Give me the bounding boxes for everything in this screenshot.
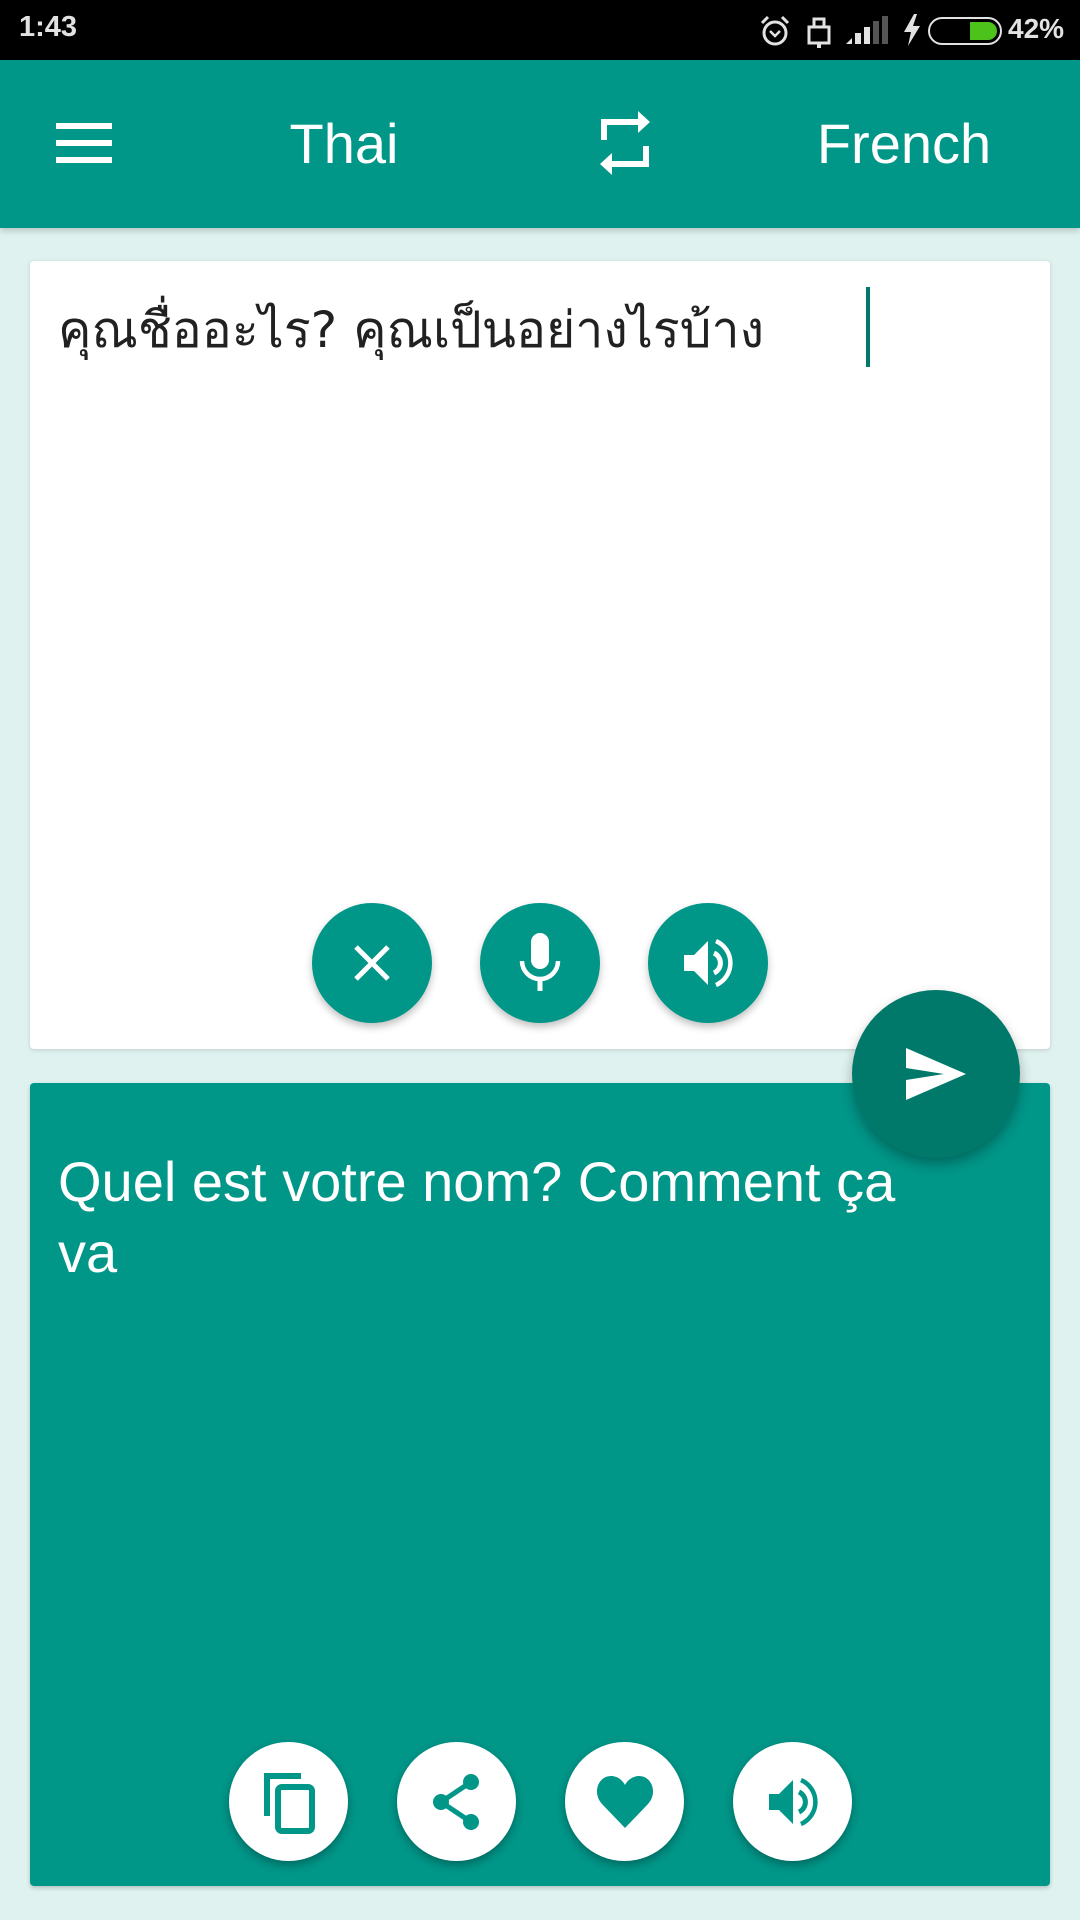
copy-icon	[263, 1772, 315, 1834]
hamburger-menu-icon	[56, 123, 112, 129]
status-time: 1:43	[19, 11, 78, 43]
speak-source-button[interactable]	[648, 903, 768, 1023]
translated-text: Quel est votre nom? Comment ça va	[58, 1150, 896, 1284]
volume-icon	[768, 1777, 818, 1826]
lock-icon	[807, 17, 831, 48]
share-button[interactable]	[397, 1742, 516, 1861]
close-icon	[354, 945, 390, 981]
battery-level	[970, 22, 997, 40]
hamburger-bar	[56, 157, 112, 163]
charging-icon	[904, 14, 920, 46]
signal-icon	[846, 16, 888, 44]
voice-input-button[interactable]	[480, 903, 600, 1023]
speak-target-button[interactable]	[733, 1742, 852, 1861]
copy-button[interactable]	[229, 1742, 348, 1861]
swap-languages-icon	[600, 111, 650, 175]
menu-button[interactable]	[48, 115, 120, 171]
swap-languages-button[interactable]	[592, 108, 658, 178]
hamburger-bar	[56, 140, 112, 146]
favorite-button[interactable]	[565, 1742, 684, 1861]
volume-icon	[684, 938, 733, 988]
clear-button[interactable]	[312, 903, 432, 1023]
share-icon	[432, 1773, 479, 1830]
source-text-input[interactable]: คุณชื่ออะไร? คุณเป็นอย่างไรบ้าง	[58, 290, 764, 370]
target-language-selector[interactable]: French	[804, 112, 1004, 176]
microphone-icon	[519, 933, 561, 991]
alarm-icon	[760, 15, 790, 46]
send-icon	[906, 1048, 966, 1100]
translate-button[interactable]	[852, 990, 1020, 1158]
source-language-selector[interactable]: Thai	[244, 112, 444, 176]
heart-icon	[596, 1775, 653, 1828]
battery-percent: 42%	[1008, 13, 1065, 44]
status-bar: 1:43 42%	[0, 0, 1080, 60]
battery-icon	[928, 17, 1002, 45]
text-cursor	[866, 287, 870, 367]
